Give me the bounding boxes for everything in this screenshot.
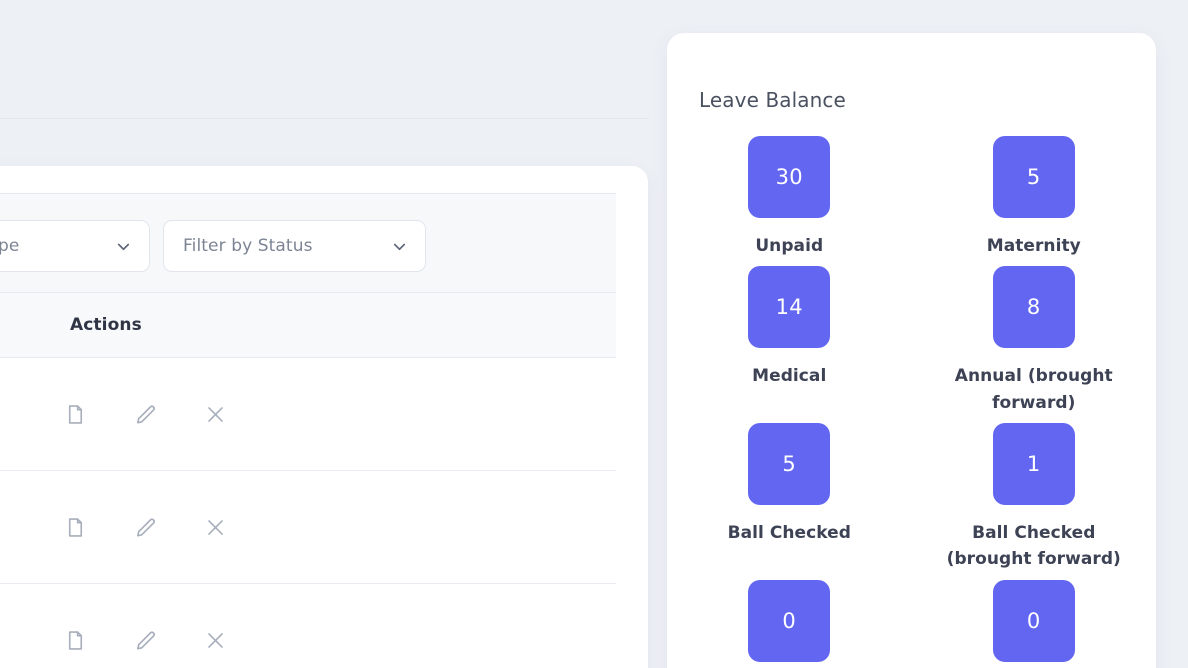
leave-balance-value: 14 [748, 266, 831, 349]
leave-balance-label: Ball Checked (brought forward) [946, 523, 1121, 570]
leave-balance-value: 0 [748, 579, 831, 662]
close-x-icon[interactable] [204, 516, 227, 539]
leave-requests-card: Type Filter by Status Status Actions Can… [0, 166, 648, 668]
leave-balance-value: 1 [992, 423, 1075, 506]
leave-balance-value: 5 [992, 136, 1075, 218]
top-background-divider [0, 118, 649, 119]
row-actions [0, 629, 260, 652]
filter-by-type-select[interactable]: Type [0, 220, 150, 272]
leave-balance-item[interactable]: 14 Medical [667, 266, 912, 416]
leave-requests-table: Status Actions Cancelled Cancelled [0, 293, 616, 668]
edit-pencil-icon[interactable] [134, 516, 157, 539]
leave-balance-label: Maternity [986, 236, 1081, 256]
chevron-down-icon [393, 243, 406, 250]
leave-balance-label: Annual (brought forward) [954, 366, 1113, 413]
leave-balance-item[interactable]: 5 Ball Checked [667, 423, 912, 573]
leave-balance-item[interactable]: 0 [667, 579, 912, 668]
leave-balance-item[interactable]: 5 Maternity [912, 136, 1157, 259]
leave-balance-label: Medical [752, 366, 827, 387]
leave-balance-item[interactable]: 30 Unpaid [667, 136, 912, 259]
leave-balance-value: 0 [992, 579, 1075, 662]
row-actions [0, 516, 260, 539]
edit-pencil-icon[interactable] [134, 629, 157, 652]
leave-balance-label: Unpaid [755, 236, 824, 256]
leave-balance-value: 5 [748, 423, 831, 506]
leave-balance-value: 30 [748, 136, 831, 218]
column-header-actions: Actions [70, 315, 142, 335]
filter-by-type-value: Type [0, 236, 20, 256]
table-header-row: Status Actions [0, 293, 616, 358]
close-x-icon[interactable] [204, 403, 227, 426]
document-icon[interactable] [64, 403, 87, 426]
document-icon[interactable] [64, 516, 87, 539]
table-toolbar: Type Filter by Status [0, 193, 616, 293]
edit-pencil-icon[interactable] [134, 403, 157, 426]
leave-balance-value: 8 [992, 266, 1075, 349]
filter-by-status-value: Filter by Status [183, 236, 313, 256]
row-actions [0, 403, 260, 426]
leave-balance-item[interactable]: 0 [912, 579, 1157, 668]
leave-balance-item[interactable]: 1 Ball Checked (brought forward) [912, 423, 1157, 573]
close-x-icon[interactable] [204, 629, 227, 652]
chevron-down-icon [117, 243, 130, 250]
filter-by-status-select[interactable]: Filter by Status [163, 220, 426, 272]
table-row[interactable]: Cancelled [0, 358, 616, 471]
document-icon[interactable] [64, 629, 87, 652]
table-row[interactable]: Cancelled [0, 584, 616, 668]
leave-balance-label: Ball Checked [727, 523, 851, 544]
leave-balance-card: Leave Balance 30 Unpaid 5 Maternity 14 M… [667, 33, 1156, 668]
table-row[interactable]: Cancelled [0, 471, 616, 584]
filter-controls: Type Filter by Status [0, 220, 426, 272]
leave-balance-item[interactable]: 8 Annual (brought forward) [912, 266, 1157, 416]
leave-balance-title: Leave Balance [699, 88, 846, 112]
leave-balance-grid: 30 Unpaid 5 Maternity 14 Medical 8 Annua… [667, 136, 1156, 668]
